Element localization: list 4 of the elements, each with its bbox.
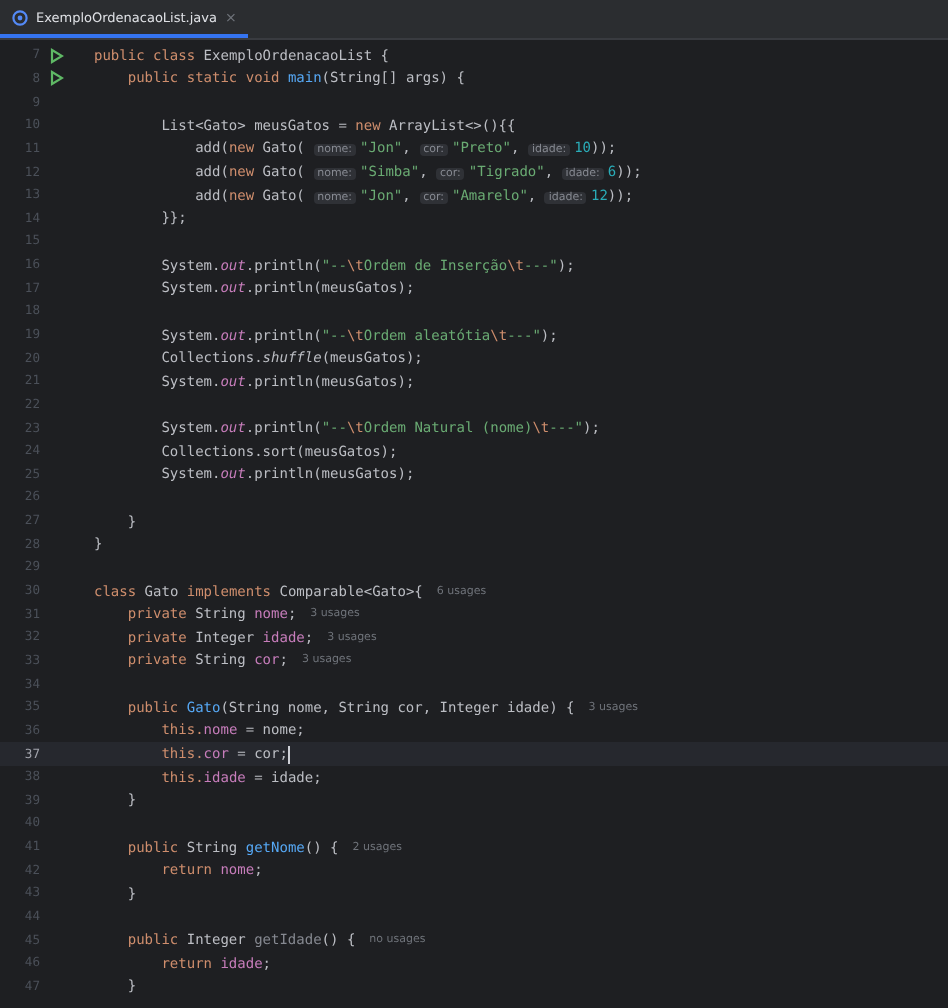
run-icon[interactable] xyxy=(50,70,64,87)
file-icon xyxy=(12,9,28,25)
text-caret xyxy=(287,745,290,764)
run-icon[interactable] xyxy=(50,47,64,64)
